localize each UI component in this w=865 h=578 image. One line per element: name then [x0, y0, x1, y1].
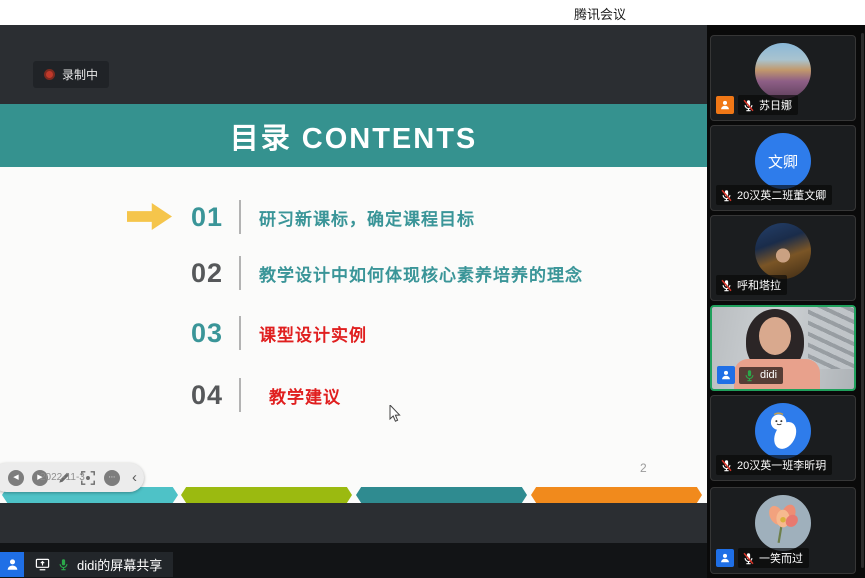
mouse-cursor [389, 405, 401, 423]
slide-ribbon-orange [531, 487, 702, 503]
toc-item-2: 02 教学设计中如何体现核心素养培养的理念 [183, 255, 583, 291]
slide-title: 目录 CONTENTS [230, 115, 478, 157]
mic-muted-icon [720, 459, 733, 472]
window-title: 腾讯会议 [500, 4, 700, 23]
toc-item-number: 04 [183, 380, 231, 411]
toc-divider [239, 200, 241, 234]
video-background-staircase [808, 307, 854, 369]
mic-muted-icon [742, 99, 755, 112]
participant-name: 20汉英一班李昕玥 [737, 457, 826, 473]
presenter-person-badge [717, 366, 735, 384]
host-person-badge [716, 96, 734, 114]
avatar-photo [755, 43, 811, 99]
toc-item-1: 01 研习新课标，确定课程目标 [183, 199, 475, 235]
laser-pointer-button[interactable] [80, 470, 96, 486]
participant-name: 一笑而过 [759, 550, 803, 566]
participant-name: 苏日娜 [759, 97, 792, 113]
avatar-text: 文卿 [768, 151, 798, 172]
screen-share-label: didi的屏幕共享 [77, 555, 162, 574]
sidebar-scrollbar[interactable] [861, 33, 864, 568]
toc-divider [239, 256, 241, 290]
participant-name: 呼和塔拉 [737, 277, 781, 293]
toc-item-4: 04 教学建议 [183, 377, 341, 413]
video-person-face [759, 317, 791, 355]
screen-share-icon [35, 557, 50, 572]
participant-tile[interactable]: 一笑而过 [710, 487, 856, 574]
slide-banner: 目录 CONTENTS [0, 104, 707, 167]
toc-item-text: 教学设计中如何体现核心素养培养的理念 [259, 261, 583, 286]
screen-share-banner: didi的屏幕共享 [24, 552, 173, 577]
annotate-pencil-button[interactable] [56, 470, 72, 486]
presentation-slide: 目录 CONTENTS 01 研习新课标，确定课程目标 02 教学设计中如何体现… [0, 104, 707, 503]
previous-slide-button[interactable]: ◀ [8, 470, 24, 486]
presenter-toolbar: ◀ ▶ ⋯ ‹ 2022-11-3 [0, 463, 144, 492]
participants-sidebar: 苏日娜 文卿 20汉英二班董文卿 呼和塔拉 [707, 25, 865, 578]
toc-divider [239, 316, 241, 350]
toc-item-text: 研习新课标，确定课程目标 [259, 205, 475, 230]
toc-item-number: 01 [183, 202, 231, 233]
participant-tile[interactable]: 苏日娜 [710, 35, 856, 121]
participant-tile[interactable]: 文卿 20汉英二班董文卿 [710, 125, 856, 211]
avatar-photo [755, 223, 811, 279]
toc-item-number: 03 [183, 318, 231, 349]
mic-on-icon [743, 369, 756, 382]
slide-ribbon-teal [356, 487, 527, 503]
collapse-toolbar-button[interactable]: ‹ [132, 469, 137, 486]
recording-dot-icon [44, 69, 55, 80]
current-item-arrow-icon [127, 203, 172, 230]
participant-name: didi [760, 369, 777, 381]
toc-item-number: 02 [183, 258, 231, 289]
participant-tile[interactable]: 20汉英一班李昕玥 [710, 395, 856, 481]
avatar-flower [755, 495, 811, 551]
mic-on-icon [57, 558, 70, 571]
toc-item-text: 教学建议 [269, 383, 341, 408]
recording-label: 录制中 [62, 66, 98, 83]
window-titlebar: 腾讯会议 [0, 0, 865, 25]
toc-item-text: 课型设计实例 [259, 321, 367, 346]
avatar-initials: 文卿 [755, 133, 811, 189]
toc-divider [239, 378, 241, 412]
toc-item-3: 03 课型设计实例 [183, 315, 367, 351]
slide-ribbon-green [181, 487, 352, 503]
recording-indicator[interactable]: 录制中 [33, 61, 109, 88]
presenter-avatar-badge [0, 552, 24, 577]
person-badge [716, 549, 734, 567]
avatar-cartoon [755, 403, 811, 459]
participant-tile-active-speaker[interactable]: didi [710, 305, 856, 391]
participant-tile[interactable]: 呼和塔拉 [710, 215, 856, 301]
more-options-button[interactable]: ⋯ [104, 470, 120, 486]
mic-muted-icon [720, 279, 733, 292]
slide-page-number: 2 [640, 461, 647, 475]
mic-muted-icon [720, 189, 733, 202]
mic-muted-icon [742, 552, 755, 565]
next-slide-button[interactable]: ▶ [32, 470, 48, 486]
participant-name: 20汉英二班董文卿 [737, 187, 826, 203]
